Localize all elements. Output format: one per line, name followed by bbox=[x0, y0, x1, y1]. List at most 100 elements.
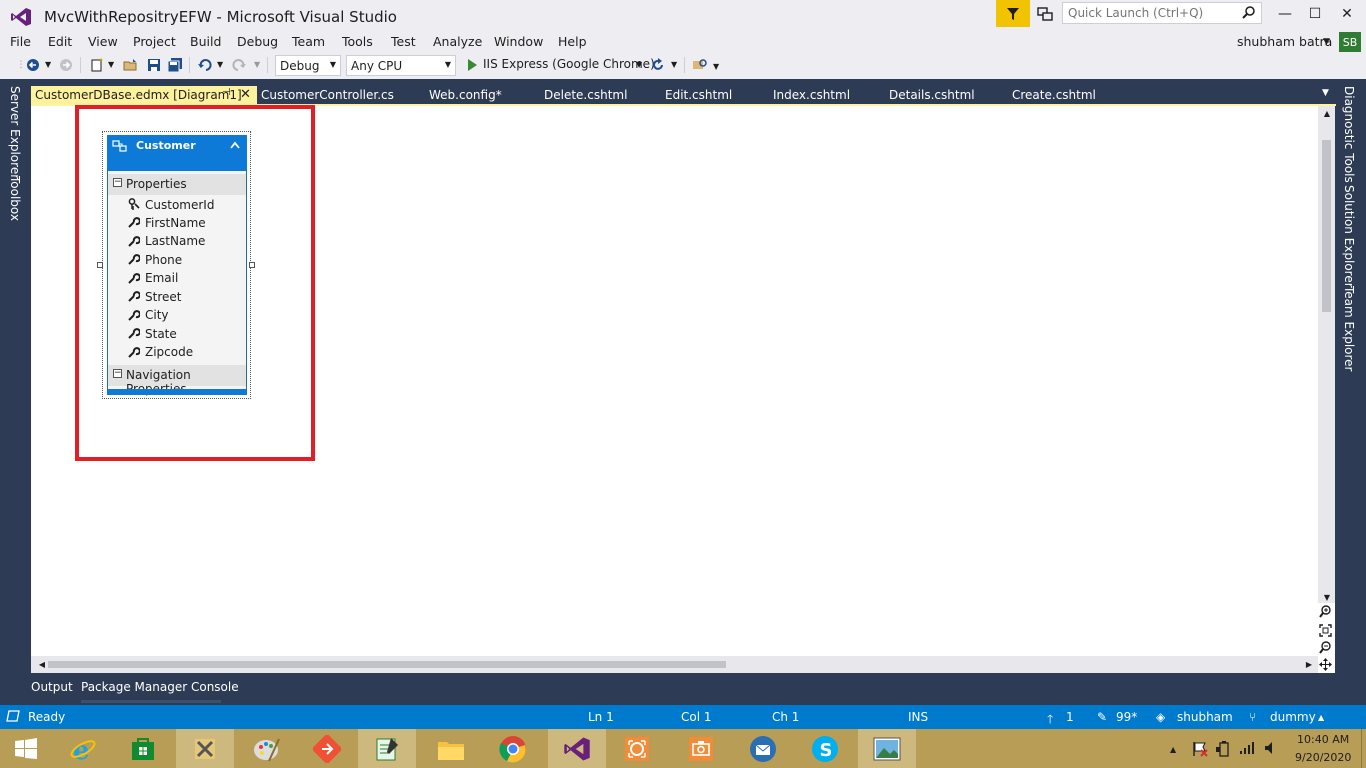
power-icon[interactable] bbox=[1215, 741, 1231, 760]
close-tab-icon[interactable]: ✕ bbox=[240, 87, 251, 102]
notifications-filter-button[interactable] bbox=[996, 0, 1030, 27]
menu-window[interactable]: Window bbox=[494, 34, 543, 49]
diagnostic-tools-tab[interactable]: Diagnostic Tools bbox=[1342, 86, 1356, 183]
taskbar-tools[interactable] bbox=[176, 729, 234, 768]
property-phone[interactable]: Phone bbox=[145, 253, 182, 267]
tab-package-manager-console[interactable]: Package Manager Console bbox=[81, 680, 239, 694]
taskbar-git[interactable] bbox=[298, 729, 356, 768]
repository-icon[interactable]: ◈ bbox=[1156, 710, 1165, 724]
volume-icon[interactable] bbox=[1264, 741, 1278, 758]
navigate-forward-button[interactable] bbox=[57, 56, 75, 74]
resize-handle-left[interactable] bbox=[97, 262, 103, 268]
tab-customercontroller[interactable]: CustomerController.cs bbox=[261, 86, 394, 105]
taskbar-store[interactable] bbox=[114, 729, 172, 768]
scroll-up-icon[interactable]: ▲ bbox=[1320, 106, 1334, 120]
chevron-down-icon[interactable]: ▼ bbox=[108, 60, 114, 69]
taskbar-skype[interactable]: S bbox=[796, 729, 854, 768]
property-email[interactable]: Email bbox=[145, 271, 178, 285]
chevron-down-icon[interactable]: ▼ bbox=[217, 60, 223, 69]
run-target-label[interactable]: IIS Express (Google Chrome) bbox=[483, 57, 655, 71]
save-button[interactable] bbox=[145, 56, 163, 74]
horizontal-scrollbar-thumb[interactable] bbox=[48, 661, 726, 668]
user-account-name[interactable]: shubham batra bbox=[1237, 34, 1332, 49]
feedback-icon[interactable] bbox=[1034, 4, 1056, 24]
pencil-icon[interactable]: ✎ bbox=[1097, 710, 1107, 724]
collapse-navigation-icon[interactable]: − bbox=[113, 369, 122, 378]
menu-analyze[interactable]: Analyze bbox=[433, 34, 482, 49]
tab-web-config[interactable]: Web.config* bbox=[429, 86, 502, 105]
property-lastname[interactable]: LastName bbox=[145, 234, 205, 248]
toolbox-tab[interactable]: Toolbox bbox=[8, 176, 22, 221]
close-window-button[interactable]: ✕ bbox=[1332, 4, 1362, 24]
start-debugging-button[interactable] bbox=[463, 56, 481, 74]
zoom-to-fit-icon[interactable] bbox=[1318, 623, 1332, 637]
scroll-right-icon[interactable]: ▶ bbox=[1302, 657, 1316, 671]
find-in-files-button[interactable] bbox=[691, 56, 709, 74]
taskbar-internet-explorer[interactable]: e bbox=[54, 729, 112, 768]
taskbar-photos[interactable] bbox=[858, 729, 916, 768]
taskbar-paint[interactable] bbox=[238, 729, 296, 768]
tab-index-cshtml[interactable]: Index.cshtml bbox=[773, 86, 850, 105]
status-branch[interactable]: dummy bbox=[1270, 710, 1316, 724]
properties-section-header[interactable]: Properties bbox=[108, 174, 246, 195]
taskbar-notepad[interactable] bbox=[358, 729, 416, 768]
server-explorer-tab[interactable]: Server Explorer bbox=[8, 86, 22, 179]
menu-team[interactable]: Team bbox=[292, 34, 325, 49]
tab-edit-cshtml[interactable]: Edit.cshtml bbox=[665, 86, 732, 105]
tab-output[interactable]: Output bbox=[31, 680, 73, 694]
property-customerid[interactable]: CustomerId bbox=[145, 198, 214, 212]
status-pending-changes[interactable]: 99* bbox=[1116, 710, 1137, 724]
toolbar-overflow-icon[interactable]: ▼ bbox=[713, 62, 719, 71]
browser-refresh-button[interactable] bbox=[649, 56, 667, 74]
resize-handle-right[interactable] bbox=[249, 262, 255, 268]
menu-file[interactable]: File bbox=[10, 34, 31, 49]
tab-details-cshtml[interactable]: Details.cshtml bbox=[889, 86, 975, 105]
menu-help[interactable]: Help bbox=[558, 34, 587, 49]
maximize-button[interactable]: ☐ bbox=[1300, 4, 1330, 24]
quick-launch-input[interactable] bbox=[1062, 2, 1262, 24]
show-desktop-button[interactable] bbox=[1361, 729, 1366, 768]
property-firstname[interactable]: FirstName bbox=[145, 216, 206, 230]
clock-time[interactable]: 10:40 AM bbox=[1297, 733, 1349, 746]
chevron-down-icon[interactable]: ▼ bbox=[45, 60, 51, 69]
tab-overflow-dropdown-icon[interactable]: ▼ bbox=[1322, 88, 1329, 98]
show-hidden-icons-icon[interactable]: ▲ bbox=[1170, 745, 1176, 754]
save-all-button[interactable] bbox=[166, 56, 184, 74]
chevron-down-icon[interactable]: ▼ bbox=[636, 60, 642, 69]
start-button[interactable] bbox=[0, 729, 52, 768]
tab-delete-cshtml[interactable]: Delete.cshtml bbox=[544, 86, 627, 105]
menu-build[interactable]: Build bbox=[190, 34, 221, 49]
network-icon[interactable] bbox=[1239, 741, 1257, 758]
chevron-down-icon[interactable]: ▼ bbox=[671, 60, 677, 69]
avatar[interactable]: SB bbox=[1339, 32, 1361, 52]
network-warning-icon[interactable] bbox=[1192, 741, 1208, 760]
chevron-up-icon[interactable] bbox=[230, 141, 240, 149]
zoom-out-icon[interactable] bbox=[1318, 640, 1332, 654]
menu-project[interactable]: Project bbox=[133, 34, 176, 49]
solution-explorer-tab[interactable]: Solution Explorer bbox=[1342, 185, 1356, 288]
redo-button[interactable] bbox=[230, 56, 248, 74]
collapse-properties-icon[interactable]: − bbox=[113, 178, 122, 187]
scroll-down-icon[interactable]: ▼ bbox=[1320, 590, 1334, 604]
property-street[interactable]: Street bbox=[145, 290, 181, 304]
taskbar-file-explorer[interactable] bbox=[422, 729, 480, 768]
navigate-back-button[interactable] bbox=[24, 56, 42, 74]
chevron-down-icon[interactable]: ▼ bbox=[1323, 37, 1330, 47]
chevron-up-icon[interactable]: ▲ bbox=[1318, 713, 1324, 722]
menu-test[interactable]: Test bbox=[391, 34, 416, 49]
chevron-down-icon[interactable]: ▼ bbox=[254, 60, 260, 69]
search-icon[interactable] bbox=[1242, 5, 1256, 19]
menu-edit[interactable]: Edit bbox=[48, 34, 72, 49]
solution-platform-select[interactable]: Any CPU ▼ bbox=[346, 55, 456, 76]
status-unpublished-commits[interactable]: 1 bbox=[1066, 710, 1074, 724]
taskbar-camera[interactable] bbox=[672, 729, 730, 768]
new-project-button[interactable] bbox=[88, 56, 106, 74]
menu-debug[interactable]: Debug bbox=[237, 34, 278, 49]
property-state[interactable]: State bbox=[145, 327, 177, 341]
taskbar-screen-capture[interactable] bbox=[608, 729, 666, 768]
property-city[interactable]: City bbox=[145, 308, 169, 322]
navigation-properties-section-header[interactable]: Navigation Properties bbox=[108, 365, 246, 396]
scroll-left-icon[interactable]: ◀ bbox=[35, 657, 49, 671]
minimize-button[interactable]: — bbox=[1270, 4, 1300, 24]
zoom-in-icon[interactable] bbox=[1318, 604, 1332, 618]
